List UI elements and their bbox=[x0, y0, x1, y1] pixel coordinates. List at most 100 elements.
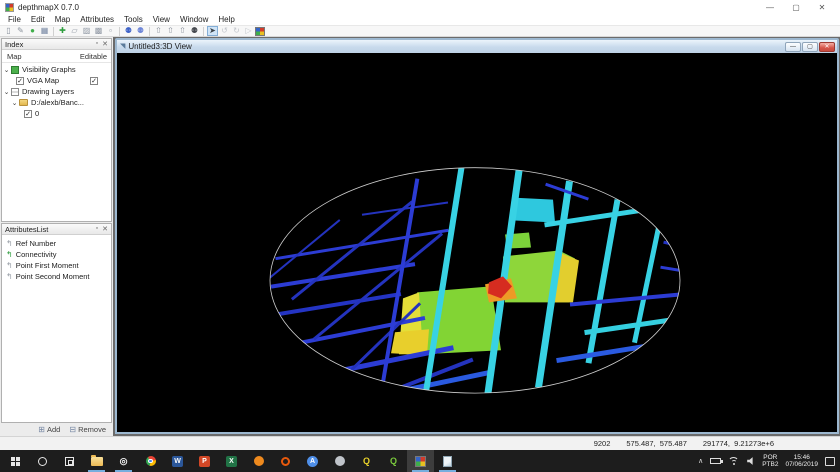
language-indicator[interactable]: POR PTB2 bbox=[762, 454, 778, 469]
open-file-icon[interactable]: ✎ bbox=[15, 26, 26, 36]
attributes-list: ↰ Ref Number ↰ Connectivity ↰ Point Firs… bbox=[2, 235, 111, 282]
globe-app[interactable] bbox=[326, 450, 353, 472]
battery-icon[interactable] bbox=[710, 458, 721, 464]
search-button[interactable] bbox=[29, 450, 56, 472]
notes-app[interactable] bbox=[434, 450, 461, 472]
notes-app-icon bbox=[443, 456, 452, 467]
menu-view[interactable]: View bbox=[148, 15, 175, 24]
menu-tools[interactable]: Tools bbox=[119, 15, 148, 24]
task-view-button[interactable] bbox=[56, 450, 83, 472]
drawing-layers-icon bbox=[11, 88, 19, 96]
close-icon[interactable]: ✕ bbox=[809, 3, 835, 12]
orange-paw-app[interactable] bbox=[245, 450, 272, 472]
tray-expand-icon[interactable]: ∧ bbox=[698, 457, 703, 465]
task-view-button-icon bbox=[65, 457, 74, 466]
tree-row-vga-map[interactable]: ✓ VGA Map ✓ bbox=[2, 75, 111, 86]
expander-icon[interactable]: ⌄ bbox=[2, 66, 11, 74]
menu-edit[interactable]: Edit bbox=[26, 15, 50, 24]
vga-map-editable-checkbox[interactable]: ✓ bbox=[90, 77, 98, 85]
tree-label: Visibility Graphs bbox=[22, 65, 76, 74]
depthmapx-app[interactable] bbox=[407, 450, 434, 472]
menu-window[interactable]: Window bbox=[175, 15, 213, 24]
qgis-yellow-app[interactable]: Q bbox=[353, 450, 380, 472]
agent-tool-1-icon[interactable]: ⇧ bbox=[153, 26, 164, 36]
panel-close-icon[interactable]: ✕ bbox=[102, 40, 108, 48]
powerpoint-app[interactable]: P bbox=[191, 450, 218, 472]
layer-0-checkbox[interactable]: ✓ bbox=[24, 110, 32, 118]
attribute-colors-icon[interactable] bbox=[255, 27, 265, 36]
menu-help[interactable]: Help bbox=[213, 15, 239, 24]
taskbar-items: ◎ WPX A QQ bbox=[0, 450, 461, 472]
attribute-point-second-moment[interactable]: ↰ Point Second Moment bbox=[2, 271, 111, 282]
panel-close-icon[interactable]: ✕ bbox=[102, 225, 108, 233]
pan-select-icon[interactable]: ➤ bbox=[207, 26, 218, 36]
tree-label: VGA Map bbox=[27, 76, 59, 85]
view3d-minimize-icon[interactable]: — bbox=[785, 42, 801, 52]
menu-attributes[interactable]: Attributes bbox=[75, 15, 119, 24]
word-app[interactable]: W bbox=[164, 450, 191, 472]
blue-a-app[interactable]: A bbox=[299, 450, 326, 472]
excel-app[interactable]: X bbox=[218, 450, 245, 472]
new-file-icon[interactable]: ▯ bbox=[3, 26, 14, 36]
agent-tool-3-icon[interactable]: ⇧ bbox=[177, 26, 188, 36]
expander-icon[interactable]: ⌄ bbox=[10, 99, 19, 107]
attribute-ref-number[interactable]: ↰ Ref Number bbox=[2, 238, 111, 249]
connect-icon[interactable]: ● bbox=[27, 26, 38, 36]
chrome-app[interactable] bbox=[137, 450, 164, 472]
agent-dark-icon[interactable]: ⚉ bbox=[189, 26, 200, 36]
add-icon: ⊞ bbox=[38, 425, 45, 434]
view3d-maximize-icon[interactable]: ▢ bbox=[802, 42, 818, 52]
new-map-icon[interactable]: ✚ bbox=[57, 26, 68, 36]
remove-attribute-button[interactable]: ⊟ Remove bbox=[69, 425, 106, 434]
view3d-window: ◥ Untitled3:3D View — ▢ ✕ bbox=[115, 38, 839, 434]
screen-recorder-app-icon: ◎ bbox=[120, 456, 128, 467]
add-attribute-button[interactable]: ⊞ Add bbox=[38, 425, 60, 434]
clock[interactable]: 15:46 07/06/2019 bbox=[785, 454, 818, 469]
screen-recorder-app[interactable]: ◎ bbox=[110, 450, 137, 472]
file-explorer-app[interactable] bbox=[83, 450, 110, 472]
action-center-icon[interactable] bbox=[825, 457, 835, 466]
agent-tool-2-icon[interactable]: ⇧ bbox=[165, 26, 176, 36]
panel-float-icon[interactable]: ▫ bbox=[96, 40, 98, 48]
attribute-label: Point First Moment bbox=[16, 261, 79, 270]
expander-icon[interactable]: ⌄ bbox=[2, 88, 11, 96]
export-map-icon[interactable]: ▨ bbox=[81, 26, 92, 36]
maximize-icon[interactable]: ▢ bbox=[783, 3, 809, 12]
mdi-area: ◥ Untitled3:3D View — ▢ ✕ bbox=[113, 37, 840, 436]
status-point-count: 9202 bbox=[594, 439, 611, 448]
minimize-icon[interactable]: — bbox=[757, 3, 783, 12]
globe-app-icon bbox=[335, 456, 345, 466]
view3d-close-icon[interactable]: ✕ bbox=[819, 42, 835, 52]
menu-file[interactable]: File bbox=[3, 15, 26, 24]
view3d-canvas[interactable] bbox=[117, 53, 837, 432]
wifi-icon[interactable] bbox=[728, 457, 740, 466]
tree-row-layer-file[interactable]: ⌄ D:/alexb/Banc... bbox=[2, 97, 111, 108]
save-icon[interactable]: ▦ bbox=[39, 26, 50, 36]
link-nodes-icon[interactable]: ⚉ bbox=[123, 26, 134, 36]
tree-row-drawing-layers[interactable]: ⌄ Drawing Layers bbox=[2, 86, 111, 97]
view3d-titlebar[interactable]: ◥ Untitled3:3D View — ▢ ✕ bbox=[117, 40, 837, 53]
attribute-point-first-moment[interactable]: ↰ Point First Moment bbox=[2, 260, 111, 271]
remove-icon: ⊟ bbox=[69, 425, 76, 434]
select-region-icon[interactable]: ▫ bbox=[105, 26, 116, 36]
tree-row-visibility-graphs[interactable]: ⌄ Visibility Graphs bbox=[2, 64, 111, 75]
play-icon: ▷ bbox=[243, 26, 254, 36]
tree-row-layer-0[interactable]: ✓ 0 bbox=[2, 108, 111, 119]
vga-map-checkbox[interactable]: ✓ bbox=[16, 77, 24, 85]
panel-float-icon[interactable]: ▫ bbox=[96, 225, 98, 233]
speaker-icon[interactable] bbox=[747, 457, 755, 465]
attribute-marker-icon: ↰ bbox=[6, 272, 13, 281]
folder-icon bbox=[19, 99, 28, 106]
attribute-label: Ref Number bbox=[16, 239, 56, 248]
orange-ring-app[interactable] bbox=[272, 450, 299, 472]
menu-map[interactable]: Map bbox=[50, 15, 76, 24]
qgis-green-app[interactable]: Q bbox=[380, 450, 407, 472]
attribute-connectivity[interactable]: ↰ Connectivity bbox=[2, 249, 111, 260]
powerpoint-app-icon: P bbox=[199, 456, 210, 467]
unlink-nodes-icon[interactable]: ⚉ bbox=[135, 26, 146, 36]
attribute-label: Point Second Moment bbox=[16, 272, 90, 281]
layer-grid-icon[interactable]: ▩ bbox=[93, 26, 104, 36]
start-button[interactable] bbox=[2, 450, 29, 472]
duplicate-map-icon[interactable]: ▱ bbox=[69, 26, 80, 36]
column-map: Map bbox=[2, 52, 22, 61]
